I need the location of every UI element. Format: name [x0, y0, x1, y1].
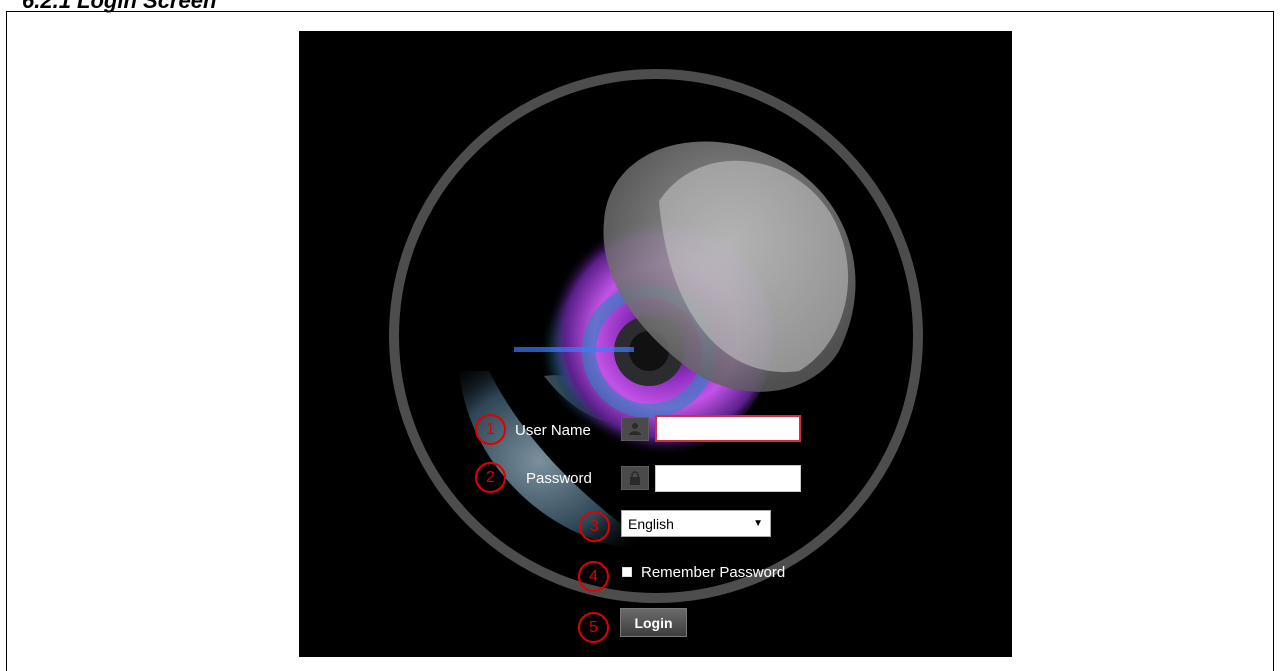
password-label: Password: [526, 470, 592, 487]
username-icon-box: [621, 417, 649, 441]
password-icon-box: [621, 466, 649, 490]
remember-password-checkbox[interactable]: [622, 567, 632, 577]
callout-4: 4: [578, 561, 609, 592]
language-select[interactable]: English ▼: [621, 510, 771, 537]
callout-2: 2: [475, 462, 506, 493]
password-input[interactable]: [655, 465, 801, 492]
username-label: User Name: [515, 422, 591, 439]
dropdown-arrow-icon: ▼: [753, 518, 763, 529]
language-selected-value: English: [628, 516, 674, 532]
user-icon: [629, 423, 641, 435]
login-screen: User Name Password English ▼ Remember Pa…: [299, 31, 1012, 657]
login-button[interactable]: Login: [620, 608, 687, 637]
username-input[interactable]: [655, 415, 801, 442]
lock-icon: [630, 471, 640, 485]
remember-password-label: Remember Password: [641, 564, 786, 581]
callout-5: 5: [578, 612, 609, 643]
callout-1: 1: [475, 414, 506, 445]
callout-3: 3: [579, 511, 610, 542]
